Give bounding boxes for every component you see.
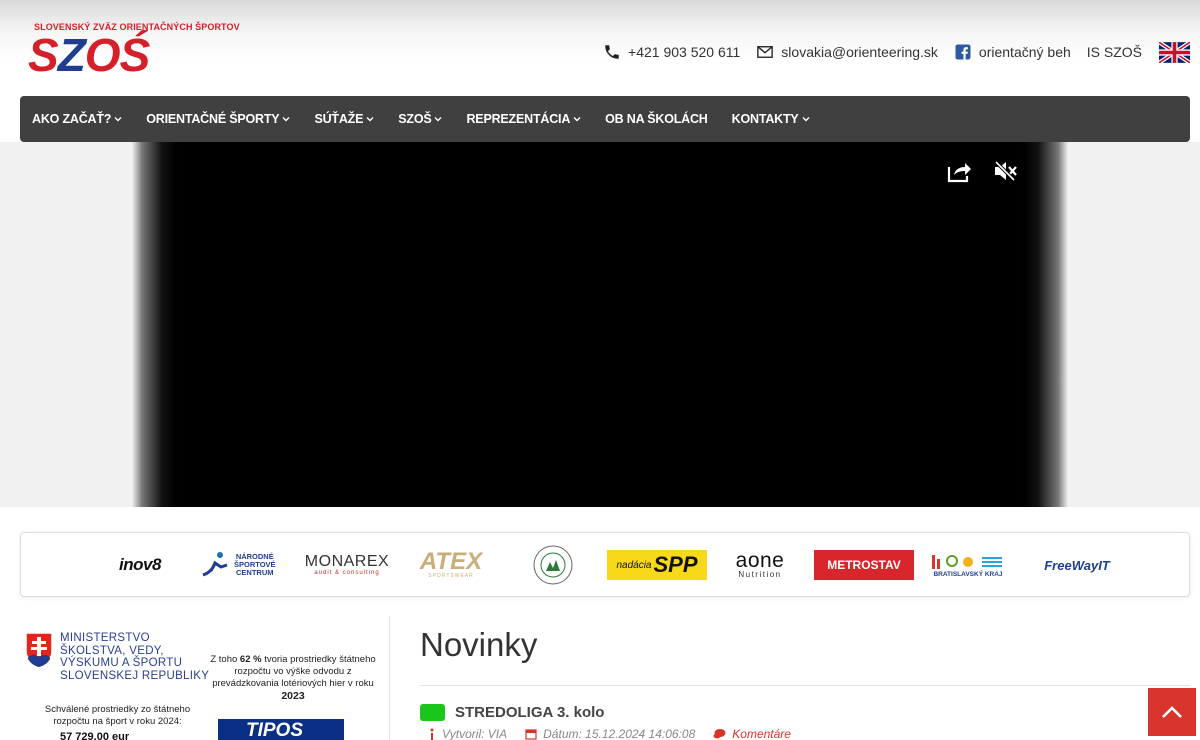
approved-funds-amount: 57 729,00 eur <box>60 731 130 740</box>
is-szos-link[interactable]: IS SZOŠ <box>1087 44 1142 60</box>
facebook-icon <box>955 44 971 60</box>
news-author: Vytvoril: VIA <box>442 727 508 740</box>
nav-item-szos[interactable]: SZOŠ <box>398 112 442 126</box>
nav-item-sutaze[interactable]: SÚŤAŽE <box>314 112 374 126</box>
chevron-up-icon <box>1162 706 1182 718</box>
chevron-down-icon <box>114 117 122 122</box>
sponsor-metrostav[interactable]: METROSTAV <box>814 545 914 585</box>
news-heading: Novinky <box>420 626 538 663</box>
muted-speaker-icon[interactable] <box>992 158 1018 184</box>
email-address: slovakia@orienteering.sk <box>781 44 938 60</box>
nav-item-ob-na-skolach[interactable]: OB NA ŠKOLÁCH <box>605 112 708 126</box>
news-item[interactable]: STREDOLIGA 3. kolo <box>420 702 604 722</box>
nav-item-kontakty[interactable]: KONTAKTY <box>732 112 810 126</box>
scroll-to-top-button[interactable] <box>1148 688 1196 736</box>
sidebar-funding-info: MINISTERSTVO ŠKOLSTVA, VEDY, VÝSKUMU A Š… <box>20 616 390 740</box>
sponsor-freewayit[interactable]: FreeWayIT <box>1031 545 1123 585</box>
email-link[interactable]: slovakia@orienteering.sk <box>756 43 938 61</box>
phone-number: +421 903 520 611 <box>628 44 741 60</box>
phone-icon <box>605 45 619 59</box>
sponsor-inov8[interactable]: inov8 <box>109 545 171 585</box>
nav-item-reprezentacia[interactable]: REPREZENTÁCIA <box>466 112 581 126</box>
comments-link[interactable]: Komentáre <box>713 727 791 740</box>
nav-item-ako-zacat[interactable]: AKO ZAČAŤ? <box>32 112 122 126</box>
facebook-label: orientačný beh <box>978 44 1071 60</box>
is-szos-label: IS SZOŠ <box>1086 44 1142 60</box>
phone-link[interactable]: +421 903 520 611 <box>603 43 740 61</box>
info-icon <box>430 728 434 740</box>
divider <box>420 685 1190 686</box>
tipos-logo[interactable]: TIPOS <box>218 719 344 740</box>
hero-video-player[interactable] <box>132 142 1068 507</box>
sponsor-nadacia-spp[interactable]: nadácia SPP <box>607 545 707 585</box>
calendar-icon <box>525 729 537 740</box>
facebook-link[interactable]: orientačný beh <box>954 43 1071 61</box>
sponsors-bar: inov8 NÁRODNÉ ŠPORTOVÉ CENTRUM MONAREX a… <box>20 532 1190 597</box>
sponsor-narodne-sportove-centrum[interactable]: NÁRODNÉ ŠPORTOVÉ CENTRUM <box>201 545 287 585</box>
english-flag-icon[interactable] <box>1159 42 1190 63</box>
nav-item-orientacne-sporty[interactable]: ORIENTAČNÉ ŠPORTY <box>146 112 290 126</box>
sponsor-atex[interactable]: ATEX SPORTSWEAR <box>405 545 497 585</box>
bsk-logo-icon <box>932 554 1002 569</box>
chevron-down-icon <box>282 117 290 122</box>
chevron-down-icon <box>573 117 581 122</box>
sponsor-aone-nutrition[interactable]: aone Nutrition <box>717 545 803 585</box>
site-header: SLOVENSKÝ ZVÄZ ORIENTAČNÝCH ŠPORTOV SZOŚ… <box>0 0 1200 108</box>
mail-icon <box>757 46 774 58</box>
sponsor-monarex[interactable]: MONAREX audit & consulting <box>303 545 391 585</box>
news-item-title[interactable]: STREDOLIGA 3. kolo <box>455 704 604 721</box>
sponsor-bratislavsky-kraj[interactable]: BRATISLAVSKÝ KRAJ <box>927 545 1009 585</box>
header-contacts: +421 903 520 611 slovakia@orienteering.s… <box>587 42 1142 62</box>
sponsor-forestry-emblem[interactable] <box>531 545 575 585</box>
logo-wordmark: SZOŚ <box>28 29 150 81</box>
szos-logo[interactable]: SLOVENSKÝ ZVÄZ ORIENTAČNÝCH ŠPORTOV SZOŚ <box>28 22 248 80</box>
tree-emblem-icon <box>533 545 573 585</box>
chevron-down-icon <box>802 117 810 122</box>
lottery-share-text: Z toho 62 % tvoria prostriedky štátneho … <box>210 654 376 702</box>
ministry-logo[interactable]: MINISTERSTVO ŠKOLSTVA, VEDY, VÝSKUMU A Š… <box>25 632 209 702</box>
slovak-coat-of-arms-icon <box>25 632 53 668</box>
news-date: Dátum: 15.12.2024 14:06:08 <box>543 727 696 740</box>
news-item-meta: Vytvoril: VIA Dátum: 15.12.2024 14:06:08… <box>428 727 809 740</box>
chevron-down-icon <box>366 117 374 122</box>
chevron-down-icon <box>434 117 442 122</box>
share-icon[interactable] <box>946 158 972 184</box>
main-navigation: AKO ZAČAŤ? ORIENTAČNÉ ŠPORTY SÚŤAŽE SZOŠ… <box>20 96 1190 142</box>
comments-icon <box>713 729 726 739</box>
runner-icon <box>202 552 228 577</box>
approved-funds-text: Schválené prostriedky zo štátneho rozpoč… <box>44 704 191 727</box>
category-badge <box>420 703 445 721</box>
